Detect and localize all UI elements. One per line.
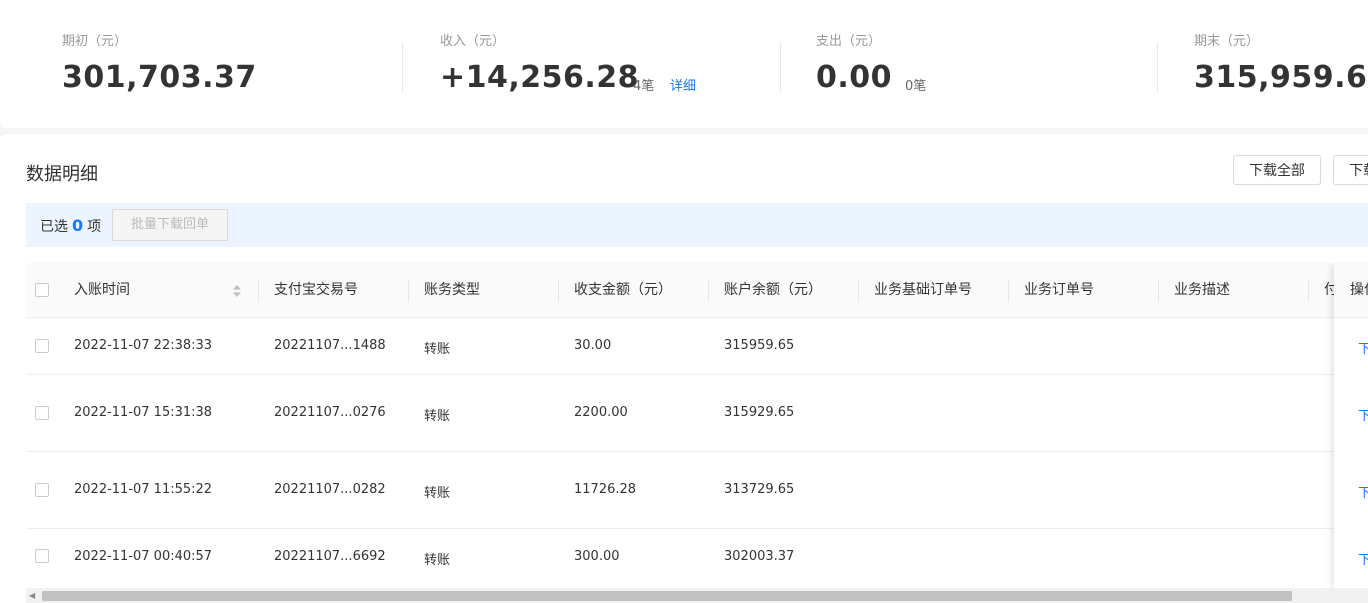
column-divider <box>708 280 709 302</box>
row-amount: 2200.00 <box>574 405 628 420</box>
column-header-action: 操作 <box>1350 282 1368 298</box>
action-column: 操作 下载 下载 下载 下载 <box>1334 263 1368 589</box>
column-divider <box>1158 280 1159 302</box>
column-divider <box>1008 280 1009 302</box>
expense-value: 0.00 <box>816 60 893 95</box>
row-trade-no: 20221107...1488 <box>274 338 386 353</box>
column-divider <box>258 280 259 302</box>
row-balance: 302003.37 <box>724 549 795 564</box>
summary-panel: 期初（元） 301,703.37 收入（元） +14,256.28 4笔 详细 … <box>0 0 1368 128</box>
transactions-table: 入账时间 支付宝交易号 账务类型 收支金额（元） 账户余额（元） 业务基础订单号… <box>26 263 1368 589</box>
row-trade-no: 20221107...6692 <box>274 549 386 564</box>
row-time: 2022-11-07 00:40:57 <box>74 549 213 564</box>
stat-divider <box>780 42 781 92</box>
row-download-link[interactable]: 下载 <box>1358 338 1368 357</box>
row-checkbox[interactable] <box>35 549 49 563</box>
row-balance: 315929.65 <box>724 405 795 420</box>
row-checkbox[interactable] <box>35 406 49 420</box>
income-label: 收入（元） <box>440 34 506 49</box>
expense-label: 支出（元） <box>816 34 882 49</box>
selection-suffix: 项 <box>87 219 102 235</box>
income-value: +14,256.28 <box>440 60 640 95</box>
selection-prefix: 已选 <box>40 219 68 235</box>
income-detail-link[interactable]: 详细 <box>670 75 696 94</box>
table-header: 入账时间 支付宝交易号 账务类型 收支金额（元） 账户余额（元） 业务基础订单号… <box>26 263 1368 318</box>
column-divider <box>408 280 409 302</box>
row-download-link[interactable]: 下载 <box>1358 405 1368 424</box>
download-all-button[interactable]: 下载全部 <box>1233 155 1321 185</box>
row-amount: 30.00 <box>574 338 612 353</box>
table-row: 2022-11-07 00:40:57 20221107...6692 转账 3… <box>26 529 1368 589</box>
selection-count: 0 <box>72 216 84 235</box>
row-type: 转账 <box>424 486 451 501</box>
expense-count: 0笔 <box>905 79 927 94</box>
column-header-order-no: 业务订单号 <box>1024 282 1094 298</box>
table-row: 2022-11-07 15:31:38 20221107...0276 转账 2… <box>26 375 1368 452</box>
table-row: 2022-11-07 22:38:33 20221107...1488 转账 3… <box>26 318 1368 375</box>
opening-value: 301,703.37 <box>62 60 257 95</box>
column-header-balance: 账户余额（元） <box>724 282 822 298</box>
opening-label: 期初（元） <box>62 34 128 49</box>
row-download-link[interactable]: 下载 <box>1358 482 1368 501</box>
selection-bar: 已选 0 项 批量下载回单 <box>26 203 1368 247</box>
row-type: 转账 <box>424 553 451 568</box>
row-type: 转账 <box>424 342 451 357</box>
selection-text: 已选 0 项 <box>40 216 101 236</box>
closing-value: 315,959.65 <box>1194 60 1368 95</box>
stat-divider <box>402 42 403 92</box>
row-balance: 313729.65 <box>724 482 795 497</box>
row-download-link[interactable]: 下载 <box>1358 549 1368 568</box>
row-balance: 315959.65 <box>724 338 795 353</box>
row-trade-no: 20221107...0276 <box>274 405 386 420</box>
table-row: 2022-11-07 11:55:22 20221107...0282 转账 1… <box>26 452 1368 529</box>
scroll-left-arrow-icon[interactable]: ◀ <box>29 591 35 600</box>
detail-panel: 数据明细 下载全部 下载 已选0项 批量下载回单 入账时间 支付宝交易号 账务类… <box>0 134 1368 603</box>
row-type: 转账 <box>424 409 451 424</box>
row-trade-no: 20221107...0282 <box>274 482 386 497</box>
row-amount: 300.00 <box>574 549 620 564</box>
column-divider <box>858 280 859 302</box>
row-checkbox[interactable] <box>35 483 49 497</box>
select-all-checkbox[interactable] <box>35 283 49 297</box>
sort-icon[interactable] <box>232 284 242 298</box>
income-count: 4笔 <box>633 79 655 94</box>
batch-download-receipts-button[interactable]: 批量下载回单 <box>112 209 228 241</box>
horizontal-scrollbar[interactable]: ◀ <box>26 588 1368 603</box>
column-divider <box>1308 280 1309 302</box>
stat-divider <box>1157 42 1158 92</box>
row-amount: 11726.28 <box>574 482 637 497</box>
action-column-header: 操作 <box>1334 263 1368 318</box>
scrollbar-thumb[interactable] <box>42 591 1292 601</box>
detail-title: 数据明细 <box>26 164 98 185</box>
column-header-description: 业务描述 <box>1174 282 1230 298</box>
row-time: 2022-11-07 22:38:33 <box>74 338 213 353</box>
closing-label: 期末（元） <box>1194 34 1260 49</box>
column-header-amount: 收支金额（元） <box>574 282 672 298</box>
column-header-type: 账务类型 <box>424 282 480 298</box>
download-button[interactable]: 下载 <box>1333 155 1368 185</box>
column-header-base-order-no: 业务基础订单号 <box>874 282 972 298</box>
column-header-time[interactable]: 入账时间 <box>74 263 130 318</box>
row-time: 2022-11-07 11:55:22 <box>74 482 213 497</box>
row-checkbox[interactable] <box>35 339 49 353</box>
column-divider <box>558 280 559 302</box>
column-header-trade-no: 支付宝交易号 <box>274 282 358 298</box>
row-time: 2022-11-07 15:31:38 <box>74 405 213 420</box>
